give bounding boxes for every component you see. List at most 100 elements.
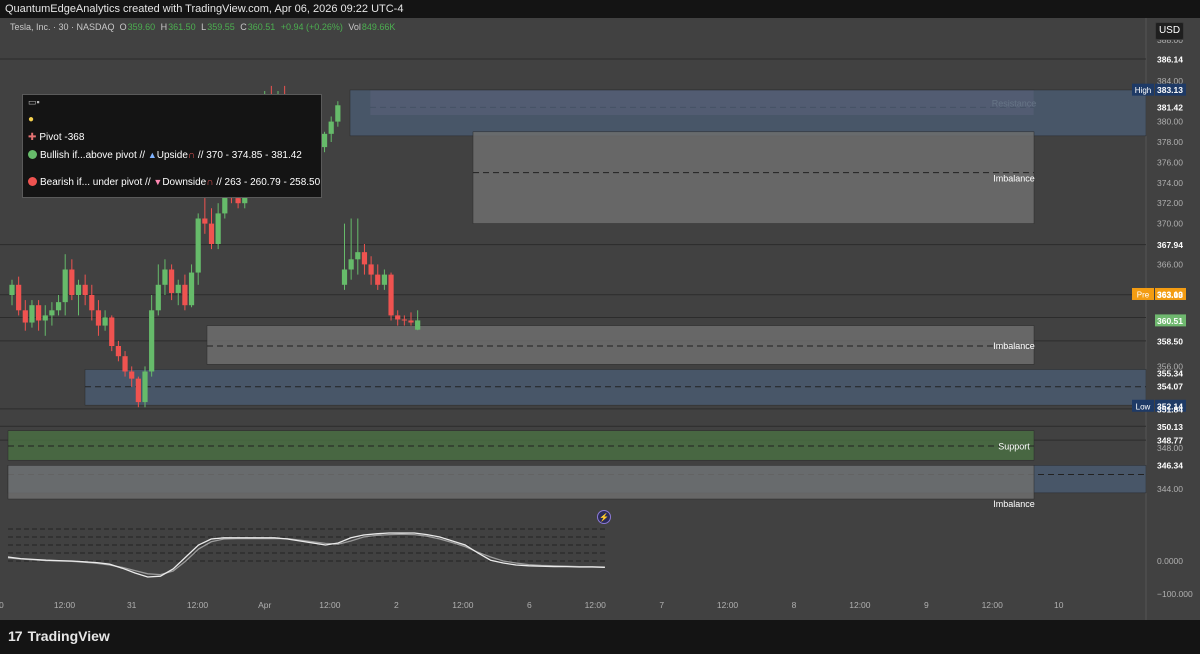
open-key: O bbox=[119, 22, 127, 32]
currency-button[interactable]: USD bbox=[1155, 22, 1184, 40]
header-bar: QuantumEdgeAnalytics created with Tradin… bbox=[0, 0, 1200, 18]
price-tag: High bbox=[1135, 86, 1151, 95]
candle-body bbox=[89, 295, 95, 311]
low-value: 359.55 bbox=[207, 22, 235, 32]
zone-imbalance bbox=[472, 131, 1035, 224]
candle-body bbox=[135, 378, 141, 403]
time-axis-label: 12:00 bbox=[982, 600, 1004, 610]
candle-body bbox=[162, 269, 168, 285]
magnet-icon: ∩ bbox=[206, 177, 214, 188]
green-circle-icon bbox=[28, 150, 37, 159]
chart-attribution: QuantumEdgeAnalytics created with Tradin… bbox=[5, 3, 404, 15]
candle-body bbox=[175, 284, 181, 293]
volume-key: Vol bbox=[348, 22, 361, 32]
candle bbox=[388, 272, 394, 321]
time-axis-label: 7 bbox=[659, 600, 664, 610]
price-label: 383.13 bbox=[1157, 85, 1183, 95]
pushpin-icon: ✚ bbox=[28, 132, 37, 143]
time-axis-label: 12:00 bbox=[849, 600, 871, 610]
magnet-icon: ∩ bbox=[187, 150, 196, 161]
time-axis-label: 12:00 bbox=[717, 600, 739, 610]
time-axis-label: 12:00 bbox=[187, 600, 209, 610]
time-axis-label: 12:00 bbox=[585, 600, 607, 610]
candle-body bbox=[328, 121, 334, 134]
symbol-label: Tesla, Inc. · 30 · NASDAQ bbox=[10, 22, 115, 32]
candle-body bbox=[129, 371, 135, 379]
time-axis-label: 12:00 bbox=[54, 600, 76, 610]
candle-body bbox=[408, 320, 414, 323]
time-axis-label: 12:00 bbox=[452, 600, 474, 610]
time-axis-label: 30 bbox=[0, 600, 4, 610]
price-label: 360.51 bbox=[1157, 316, 1183, 326]
y-tick-label: 344.00 bbox=[1157, 484, 1183, 494]
upside-label: Upside bbox=[156, 150, 188, 161]
candle-body bbox=[169, 269, 175, 293]
zone-highlight bbox=[349, 89, 1147, 137]
bearish-text: Bearish if... under pivot // bbox=[40, 177, 154, 188]
candle-body bbox=[82, 284, 88, 295]
zone-label: Imbalance bbox=[993, 341, 1035, 351]
time-axis-label: 8 bbox=[792, 600, 797, 610]
candle-body bbox=[29, 305, 35, 323]
pivot-label: Pivot -368 bbox=[39, 132, 85, 143]
candle-body bbox=[348, 259, 354, 270]
candle-body bbox=[368, 264, 374, 275]
tradingview-logo[interactable]: 17 TradingView bbox=[8, 628, 110, 644]
price-label: 355.34 bbox=[1157, 369, 1183, 379]
candle-body bbox=[341, 269, 348, 285]
open-value: 359.60 bbox=[127, 22, 156, 32]
candle bbox=[109, 315, 115, 352]
low-key: L bbox=[201, 22, 207, 32]
high-value: 361.50 bbox=[168, 22, 196, 32]
camera-icon: ▭▪ bbox=[28, 97, 40, 107]
y-tick-label: 380.00 bbox=[1157, 117, 1183, 127]
time-axis-label: 6 bbox=[527, 600, 532, 610]
candle-body bbox=[115, 346, 121, 357]
candle-body bbox=[235, 198, 241, 204]
change-value: +0.94 (+0.26%) bbox=[280, 22, 343, 32]
y-tick-label: 378.00 bbox=[1157, 137, 1183, 147]
price-tag: Low bbox=[1136, 402, 1151, 411]
time-axis-label: 31 bbox=[127, 600, 137, 610]
candle-body bbox=[375, 274, 381, 285]
candle-body bbox=[335, 105, 341, 122]
y-tick-label: 374.00 bbox=[1157, 178, 1183, 188]
bullish-text: Bullish if...above pivot // bbox=[40, 150, 148, 161]
price-label: 358.50 bbox=[1157, 336, 1183, 346]
price-label: 348.77 bbox=[1157, 436, 1183, 446]
zone-label: Support bbox=[998, 441, 1030, 451]
close-key: C bbox=[240, 22, 247, 32]
zone-imbalance bbox=[206, 325, 1035, 365]
zone-label: Imbalance bbox=[993, 174, 1035, 184]
zone-highlight bbox=[84, 369, 1147, 406]
candle-body bbox=[155, 284, 161, 311]
oscillator-tick-label: −100.000 bbox=[1157, 589, 1193, 599]
time-axis-label: 10 bbox=[1054, 600, 1064, 610]
candle-body bbox=[208, 223, 215, 244]
time-axis-label: 12:00 bbox=[319, 600, 341, 610]
candle-body bbox=[381, 274, 387, 285]
candle-body bbox=[395, 315, 401, 320]
red-circle-icon bbox=[28, 177, 37, 186]
volume-value: 849.66K bbox=[361, 22, 396, 32]
candle-body bbox=[215, 213, 221, 244]
price-label: 367.94 bbox=[1157, 240, 1183, 250]
y-tick-label: 370.00 bbox=[1157, 219, 1183, 229]
tradingview-mark-icon: 17 bbox=[8, 628, 23, 644]
oscillator-tick-label: 0.0000 bbox=[1157, 556, 1183, 566]
candle bbox=[142, 366, 148, 408]
time-axis-label: 9 bbox=[924, 600, 929, 610]
price-label: 346.34 bbox=[1157, 460, 1183, 470]
pivot-row: ✚ Pivot -368 bbox=[28, 132, 84, 143]
price-label: 351.84 bbox=[1157, 404, 1183, 414]
candle-body bbox=[102, 317, 108, 326]
bullish-targets: // 370 - 374.85 - 381.42 bbox=[197, 150, 302, 161]
candle-body bbox=[142, 371, 148, 403]
chart-up-icon: ▲ bbox=[147, 150, 157, 160]
price-label: 354.07 bbox=[1157, 382, 1183, 392]
chart-down-icon: ▼ bbox=[153, 177, 163, 187]
candle-body bbox=[182, 284, 188, 306]
candle-body bbox=[149, 310, 155, 372]
high-key: H bbox=[160, 22, 168, 32]
candle-body bbox=[62, 269, 68, 303]
